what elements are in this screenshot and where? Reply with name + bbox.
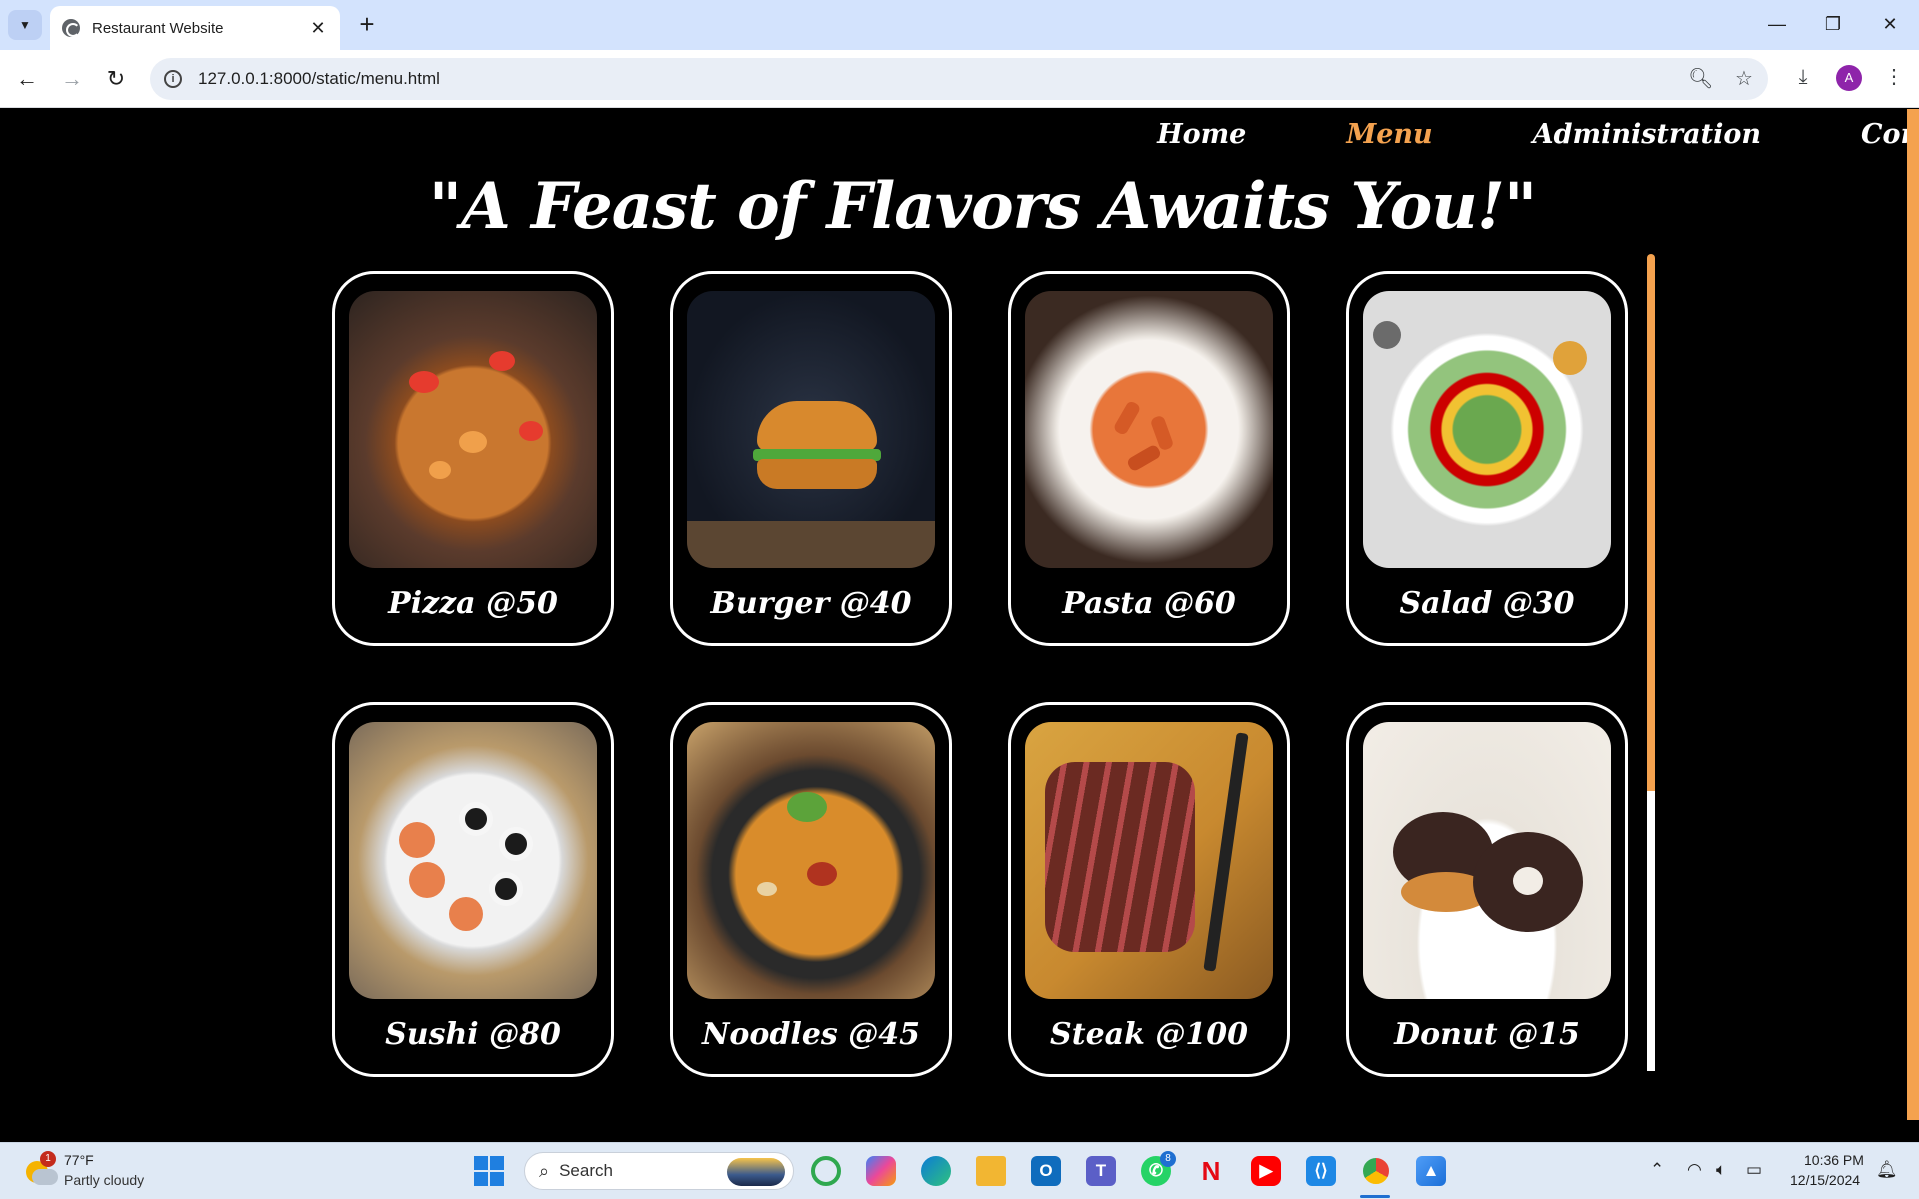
chevron-up-icon[interactable]: ⌃ bbox=[1650, 1160, 1664, 1180]
bookmark-star-icon[interactable]: ☆ bbox=[1732, 67, 1756, 91]
menu-item-label: Salad @30 bbox=[1399, 586, 1575, 621]
netflix-icon[interactable]: N bbox=[1196, 1156, 1226, 1186]
copilot-icon[interactable] bbox=[866, 1156, 896, 1186]
close-tab-icon[interactable]: ✕ bbox=[308, 18, 328, 39]
battery-icon[interactable]: ▭ bbox=[1746, 1160, 1762, 1180]
menu-card-sushi[interactable]: Sushi @80 bbox=[332, 702, 614, 1077]
tab-title: Restaurant Website bbox=[92, 19, 224, 37]
more-menu-icon[interactable]: ⋮ bbox=[1880, 63, 1908, 91]
wifi-icon[interactable]: ◠ bbox=[1687, 1160, 1702, 1180]
nav-home[interactable]: Home bbox=[1157, 119, 1246, 159]
clock-date[interactable]: 12/15/2024 bbox=[1790, 1172, 1860, 1188]
active-app-indicator bbox=[1360, 1195, 1390, 1198]
menu-item-label: Donut @15 bbox=[1394, 1017, 1580, 1052]
menu-card-steak[interactable]: Steak @100 bbox=[1008, 702, 1290, 1077]
noodles-image bbox=[687, 722, 935, 999]
teams-icon[interactable]: T bbox=[1086, 1156, 1116, 1186]
windows-start-icon[interactable] bbox=[474, 1156, 504, 1186]
weather-badge: 1 bbox=[40, 1151, 56, 1167]
taskbar: 1 77°F Partly cloudy ⌕ Search O T ✆ 8 N … bbox=[0, 1142, 1919, 1199]
browser-toolbar: ← → ↻ i 127.0.0.1:8000/static/menu.html … bbox=[0, 50, 1919, 108]
menu-item-label: Pizza @50 bbox=[388, 586, 558, 621]
menu-item-label: Sushi @80 bbox=[385, 1017, 561, 1052]
menu-item-label: Burger @40 bbox=[710, 586, 912, 621]
search-highlight-icon bbox=[727, 1158, 785, 1186]
copilot-ring-icon[interactable] bbox=[811, 1156, 841, 1186]
chrome-icon[interactable] bbox=[1361, 1156, 1391, 1186]
download-icon[interactable]: ⤓ bbox=[1789, 63, 1817, 91]
clock-time[interactable]: 10:36 PM bbox=[1804, 1152, 1864, 1168]
menu-item-label: Pasta @60 bbox=[1062, 586, 1236, 621]
site-nav: Home Menu Administration Contact bbox=[1157, 119, 1919, 159]
nav-administration[interactable]: Administration bbox=[1533, 119, 1761, 159]
browser-tab[interactable]: Restaurant Website ✕ bbox=[50, 6, 340, 50]
back-icon[interactable]: ← bbox=[11, 63, 43, 95]
taskbar-search[interactable]: ⌕ Search bbox=[524, 1152, 794, 1190]
outlook-icon[interactable]: O bbox=[1031, 1156, 1061, 1186]
reload-icon[interactable]: ↻ bbox=[100, 63, 132, 95]
vscode-icon[interactable]: ⟨⟩ bbox=[1306, 1156, 1336, 1186]
search-icon: ⌕ bbox=[539, 1160, 550, 1181]
menu-grid: Pizza @50 Burger @40 Pasta @60 Salad @30… bbox=[332, 271, 1628, 1077]
menu-card-burger[interactable]: Burger @40 bbox=[670, 271, 952, 646]
menu-card-pizza[interactable]: Pizza @50 bbox=[332, 271, 614, 646]
page-scrollbar[interactable] bbox=[1907, 109, 1919, 1120]
page-title: "A Feast of Flavors Awaits You!" bbox=[428, 169, 1538, 244]
weather-temp[interactable]: 77°F bbox=[64, 1152, 94, 1168]
pizza-image bbox=[349, 291, 597, 568]
salad-image bbox=[1363, 291, 1611, 568]
youtube-icon[interactable]: ▶ bbox=[1251, 1156, 1281, 1186]
menu-card-noodles[interactable]: Noodles @45 bbox=[670, 702, 952, 1077]
photos-icon[interactable]: ▲ bbox=[1416, 1156, 1446, 1186]
content-scrollbar-track[interactable] bbox=[1647, 791, 1655, 1071]
globe-icon bbox=[62, 19, 80, 37]
profile-avatar[interactable]: A bbox=[1836, 65, 1862, 91]
donut-image bbox=[1363, 722, 1611, 999]
menu-card-pasta[interactable]: Pasta @60 bbox=[1008, 271, 1290, 646]
url-text[interactable]: 127.0.0.1:8000/static/menu.html bbox=[198, 69, 440, 89]
sushi-image bbox=[349, 722, 597, 999]
weather-desc[interactable]: Partly cloudy bbox=[64, 1172, 144, 1188]
chevron-down-icon: ▼ bbox=[19, 18, 31, 32]
file-explorer-icon[interactable] bbox=[976, 1156, 1006, 1186]
forward-icon[interactable]: → bbox=[56, 63, 88, 95]
nav-menu[interactable]: Menu bbox=[1346, 119, 1432, 159]
menu-item-label: Noodles @45 bbox=[702, 1017, 920, 1052]
notification-bell-icon[interactable]: 🔔︎ bbox=[1876, 1160, 1898, 1180]
new-tab-button[interactable]: + bbox=[352, 10, 382, 40]
address-bar[interactable]: i 127.0.0.1:8000/static/menu.html 🔍︎ ☆ bbox=[150, 58, 1768, 100]
menu-item-label: Steak @100 bbox=[1050, 1017, 1248, 1052]
pasta-image bbox=[1025, 291, 1273, 568]
page-viewport: Home Menu Administration Contact "A Feas… bbox=[0, 109, 1919, 1120]
menu-card-donut[interactable]: Donut @15 bbox=[1346, 702, 1628, 1077]
volume-icon[interactable]: 🔈︎ bbox=[1716, 1160, 1726, 1180]
steak-image bbox=[1025, 722, 1273, 999]
minimize-icon[interactable]: — bbox=[1757, 8, 1797, 40]
edge-icon[interactable] bbox=[921, 1156, 951, 1186]
search-label: Search bbox=[559, 1161, 613, 1180]
whatsapp-badge: 8 bbox=[1160, 1151, 1176, 1167]
tab-search-button[interactable]: ▼ bbox=[8, 10, 42, 40]
close-window-icon[interactable]: ✕ bbox=[1870, 8, 1910, 40]
site-info-icon[interactable]: i bbox=[164, 70, 182, 88]
menu-card-salad[interactable]: Salad @30 bbox=[1346, 271, 1628, 646]
browser-tab-strip: ▼ Restaurant Website ✕ + — ❐ ✕ bbox=[0, 0, 1919, 50]
zoom-icon[interactable]: 🔍︎ bbox=[1688, 67, 1713, 91]
restore-icon[interactable]: ❐ bbox=[1813, 8, 1853, 40]
burger-image bbox=[687, 291, 935, 568]
